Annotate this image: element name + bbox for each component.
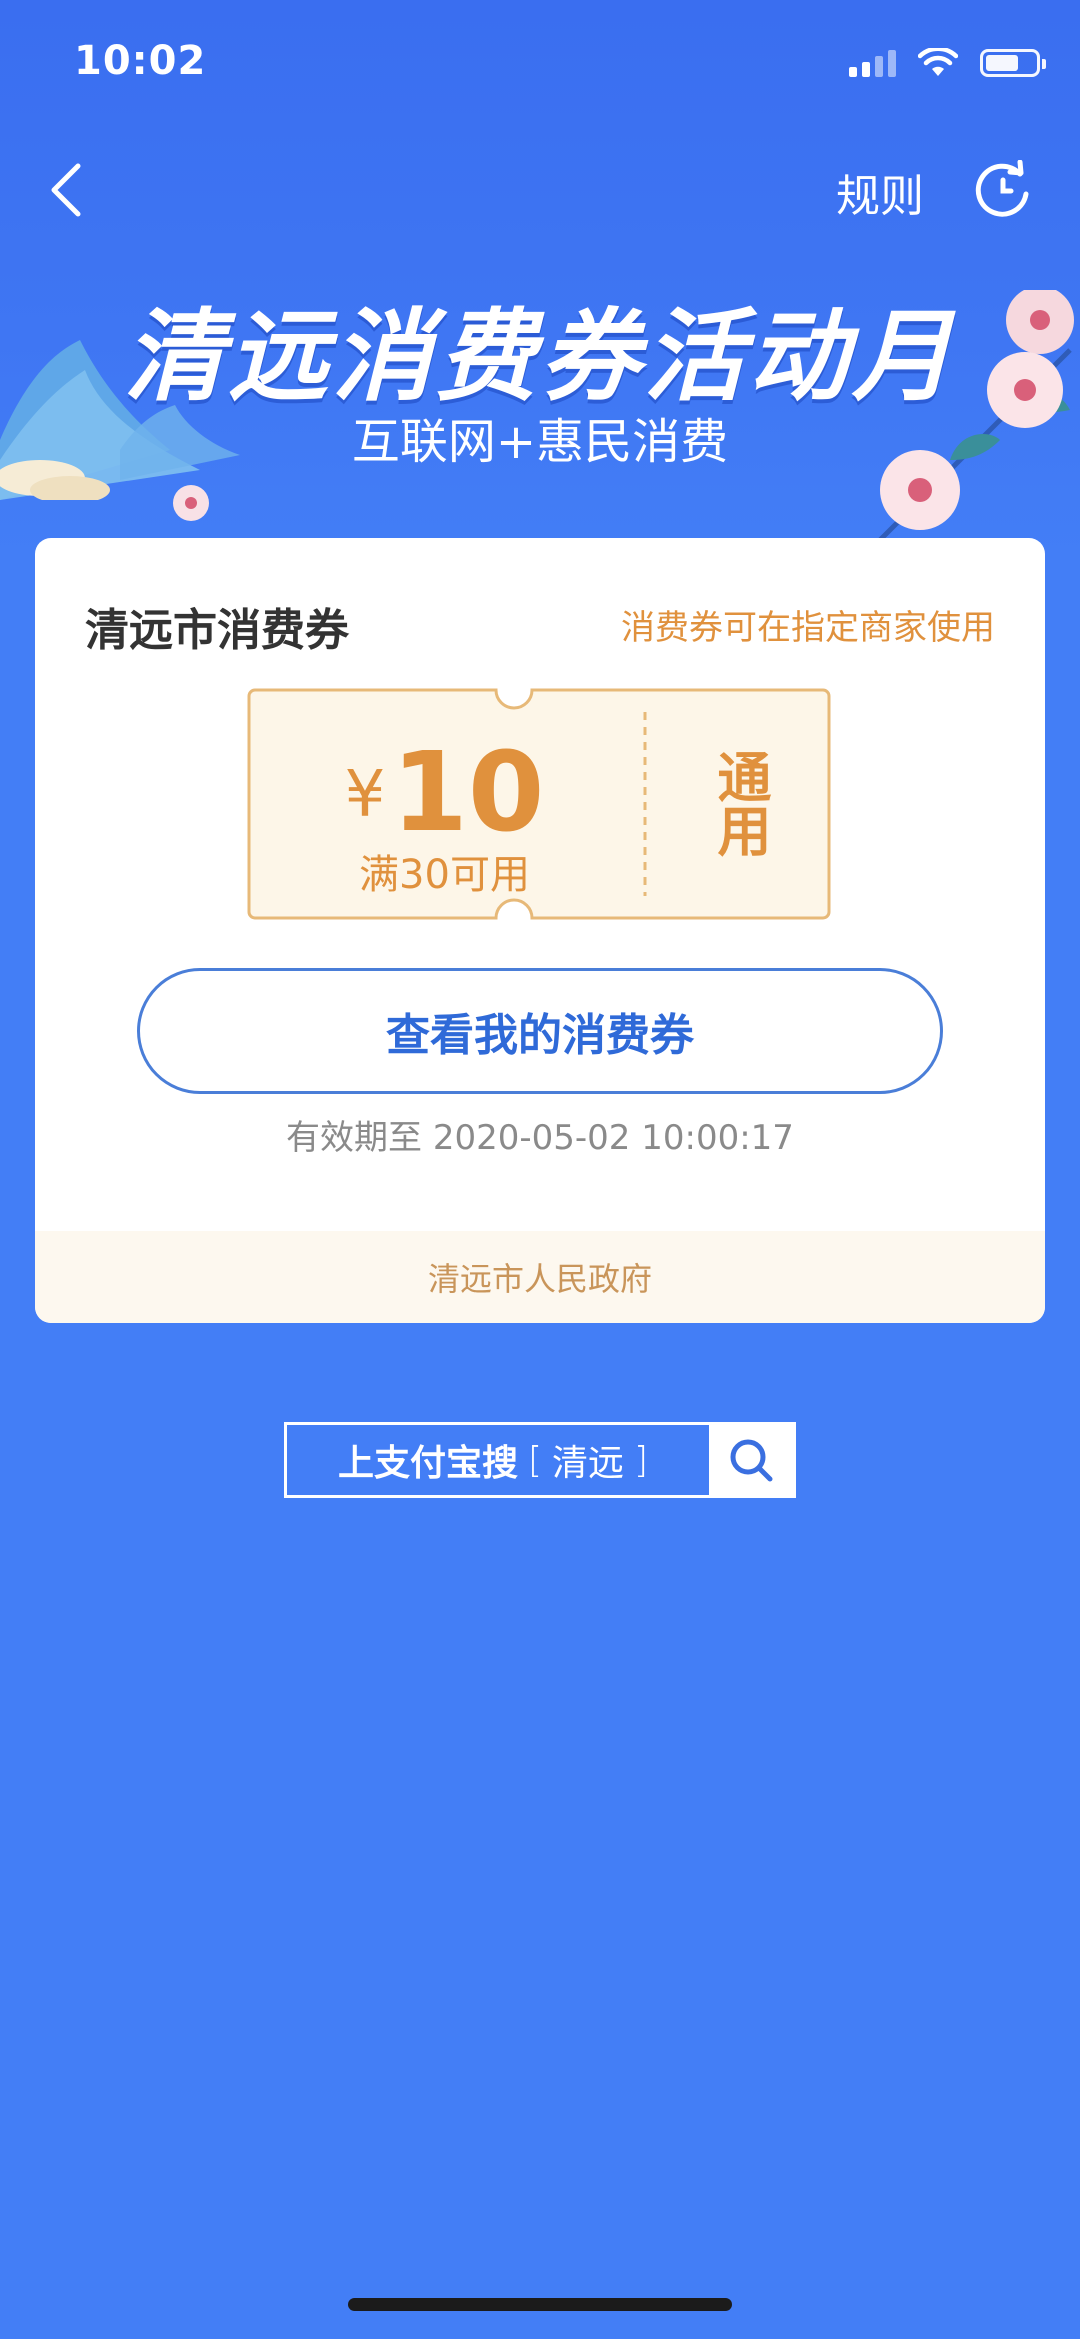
coupon-condition: 满30可用 [359,852,530,898]
view-my-coupons-button[interactable]: 查看我的消费券 [137,968,943,1094]
bracket-close: ] [634,1439,649,1481]
coupon-ticket[interactable]: ¥10 满30可用 通用 [247,688,831,920]
signal-icon [849,49,896,77]
status-time: 10:02 [74,38,207,84]
rules-link[interactable]: 规则 [836,160,924,224]
blossom-icon [173,485,209,521]
alipay-search-box[interactable]: 上支付宝搜 [ 清远 ] [284,1422,796,1498]
search-prefix: 上支付宝搜 [337,1443,518,1484]
banner-subtitle: 互联网+惠民消费 [351,414,729,470]
issuer-footer: 清远市人民政府 [35,1231,1045,1323]
currency-symbol: ¥ [344,758,386,832]
bracket-open: [ [527,1439,542,1481]
battery-icon [980,49,1046,77]
coupon-card: 清远市消费券 消费券可在指定商家使用 ¥10 满30可用 通用 查看我的消费券 … [35,538,1045,1323]
search-icon [730,1439,773,1482]
coupon-value: 10 [391,728,545,856]
card-title: 清远市消费券 [85,605,349,656]
banner-title: 清远消费券活动月 [124,298,956,415]
chevron-left-icon[interactable] [44,160,88,220]
search-hint: 上支付宝搜 [ 清远 ] [287,1425,709,1495]
card-note: 消费券可在指定商家使用 [621,608,995,648]
search-button[interactable] [709,1425,793,1495]
refresh-icon[interactable] [974,160,1032,218]
home-indicator[interactable] [348,2298,732,2311]
validity-text: 有效期至 2020-05-02 10:00:17 [286,1118,794,1158]
search-keyword: 清远 [552,1443,625,1484]
coupon-type: 通用 [708,749,771,857]
coupon-amount: ¥10 [247,728,642,856]
status-icons [849,48,1046,78]
wifi-icon [918,48,958,76]
